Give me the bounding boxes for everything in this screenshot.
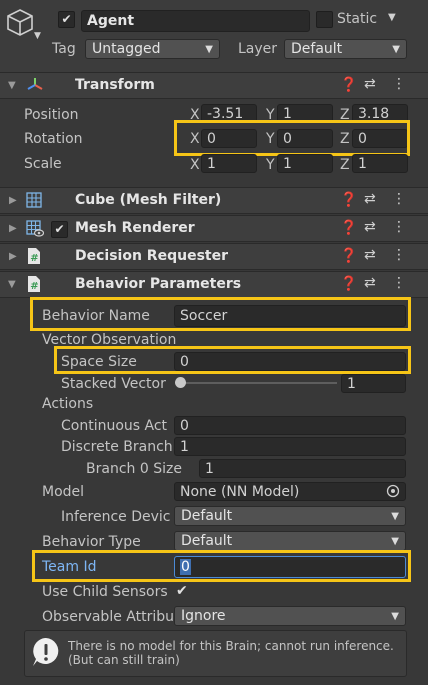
chevron-down-icon: ▼: [391, 611, 399, 622]
stacked-vector-input[interactable]: 1: [341, 374, 406, 393]
behavior-type-label: Behavior Type: [42, 534, 141, 550]
gameobject-cube-icon: [6, 8, 34, 42]
inference-device-value: Default: [181, 508, 233, 524]
discrete-branches-input[interactable]: 1: [174, 437, 406, 456]
help-icon[interactable]: ❓: [340, 192, 357, 208]
scale-z-label[interactable]: Z: [340, 157, 350, 173]
help-icon[interactable]: ❓: [340, 220, 357, 236]
static-label: Static: [337, 11, 378, 27]
mesh-renderer-grid-eye-icon: [26, 220, 45, 241]
decision-requester-title: Decision Requester: [75, 248, 228, 264]
scale-label: Scale: [24, 156, 62, 172]
tag-dropdown[interactable]: Untagged ▼: [85, 39, 220, 59]
mesh-renderer-enabled-toggle[interactable]: ✔: [51, 221, 68, 238]
preset-settings-icon[interactable]: ⇄: [364, 219, 376, 235]
observable-attribute-label: Observable Attribu: [42, 609, 174, 625]
scale-y-input[interactable]: 1: [277, 154, 333, 173]
inference-device-label: Inference Devic: [61, 509, 171, 525]
svg-text:#: #: [30, 253, 38, 264]
mesh-renderer-foldout-icon[interactable]: ▶: [9, 223, 17, 234]
use-child-sensors-checkbox[interactable]: ✔: [176, 583, 188, 599]
script-icon: #: [26, 247, 42, 269]
static-toggle[interactable]: [316, 11, 333, 28]
decision-requester-foldout-icon[interactable]: ▶: [9, 251, 17, 262]
no-model-help-text: There is no model for this Brain; cannot…: [68, 639, 394, 667]
mesh-filter-title: Cube (Mesh Filter): [75, 192, 222, 208]
svg-text:#: #: [30, 281, 38, 292]
scale-y-label[interactable]: Y: [266, 157, 275, 173]
context-menu-icon[interactable]: ⋮: [392, 191, 406, 207]
chevron-down-icon: ▼: [391, 511, 399, 522]
continuous-actions-label: Continuous Act: [61, 418, 168, 434]
behavior-type-value: Default: [181, 533, 233, 549]
inference-device-dropdown[interactable]: Default ▼: [174, 506, 406, 526]
active-toggle[interactable]: ✔: [58, 11, 75, 28]
icon-dropdown-arrow-icon[interactable]: ▼: [34, 31, 41, 41]
observable-attribute-value: Ignore: [181, 608, 226, 624]
mesh-filter-foldout-icon[interactable]: ▶: [9, 195, 17, 206]
object-name-input[interactable]: Agent: [81, 10, 310, 32]
mesh-filter-grid-icon: [26, 192, 42, 212]
info-icon: [30, 636, 62, 672]
context-menu-icon[interactable]: ⋮: [392, 275, 406, 291]
behavior-type-dropdown[interactable]: Default ▼: [174, 531, 406, 551]
behavior-parameters-foldout-icon[interactable]: ▼: [8, 279, 16, 290]
model-object-field[interactable]: None (NN Model): [174, 482, 406, 501]
mesh-renderer-title: Mesh Renderer: [75, 220, 195, 236]
chevron-down-icon: ▼: [205, 44, 213, 55]
object-picker-icon[interactable]: [386, 484, 400, 502]
branch-0-size-input[interactable]: 1: [199, 459, 406, 478]
context-menu-icon[interactable]: ⋮: [392, 219, 406, 235]
position-label: Position: [24, 107, 79, 123]
space-size-highlight-box: [54, 346, 411, 374]
observable-attribute-dropdown[interactable]: Ignore ▼: [174, 606, 406, 626]
help-icon[interactable]: ❓: [340, 248, 357, 264]
tag-label: Tag: [52, 41, 76, 57]
transform-title: Transform: [75, 77, 155, 93]
preset-settings-icon[interactable]: ⇄: [364, 191, 376, 207]
layer-value: Default: [291, 41, 343, 57]
preset-settings-icon[interactable]: ⇄: [364, 275, 376, 291]
behavior-parameters-title: Behavior Parameters: [75, 276, 242, 292]
transform-axes-icon: [26, 76, 44, 98]
preset-settings-icon[interactable]: ⇄: [364, 76, 376, 92]
scale-x-input[interactable]: 1: [201, 154, 257, 173]
rotation-highlight-box: [174, 120, 410, 156]
use-child-sensors-label: Use Child Sensors: [42, 584, 168, 600]
context-menu-icon[interactable]: ⋮: [392, 76, 406, 92]
continuous-actions-input[interactable]: 0: [174, 416, 406, 435]
tag-value: Untagged: [92, 41, 161, 57]
actions-label: Actions: [42, 396, 94, 412]
layer-label: Layer: [238, 41, 278, 57]
stacked-vector-slider-track[interactable]: [179, 382, 337, 384]
team-id-highlight-box: [32, 550, 411, 582]
transform-foldout-icon[interactable]: ▼: [8, 80, 16, 91]
scale-z-input[interactable]: 1: [352, 154, 408, 173]
branch-0-size-label: Branch 0 Size: [86, 461, 182, 477]
chevron-down-icon: ▼: [392, 44, 400, 55]
discrete-branches-label: Discrete Branch: [61, 439, 173, 455]
rotation-label: Rotation: [24, 131, 83, 147]
help-icon[interactable]: ❓: [340, 276, 357, 292]
scale-x-label[interactable]: X: [190, 157, 200, 173]
context-menu-icon[interactable]: ⋮: [392, 247, 406, 263]
behavior-name-highlight-box: [30, 297, 411, 331]
layer-dropdown[interactable]: Default ▼: [284, 39, 407, 59]
script-icon: #: [26, 275, 42, 297]
model-label: Model: [42, 484, 85, 500]
static-dropdown-arrow-icon[interactable]: ▼: [388, 12, 396, 23]
stacked-vector-label: Stacked Vector: [61, 376, 166, 392]
preset-settings-icon[interactable]: ⇄: [364, 247, 376, 263]
chevron-down-icon: ▼: [391, 536, 399, 547]
help-icon[interactable]: ❓: [340, 77, 357, 93]
stacked-vector-slider-handle[interactable]: [175, 377, 186, 388]
